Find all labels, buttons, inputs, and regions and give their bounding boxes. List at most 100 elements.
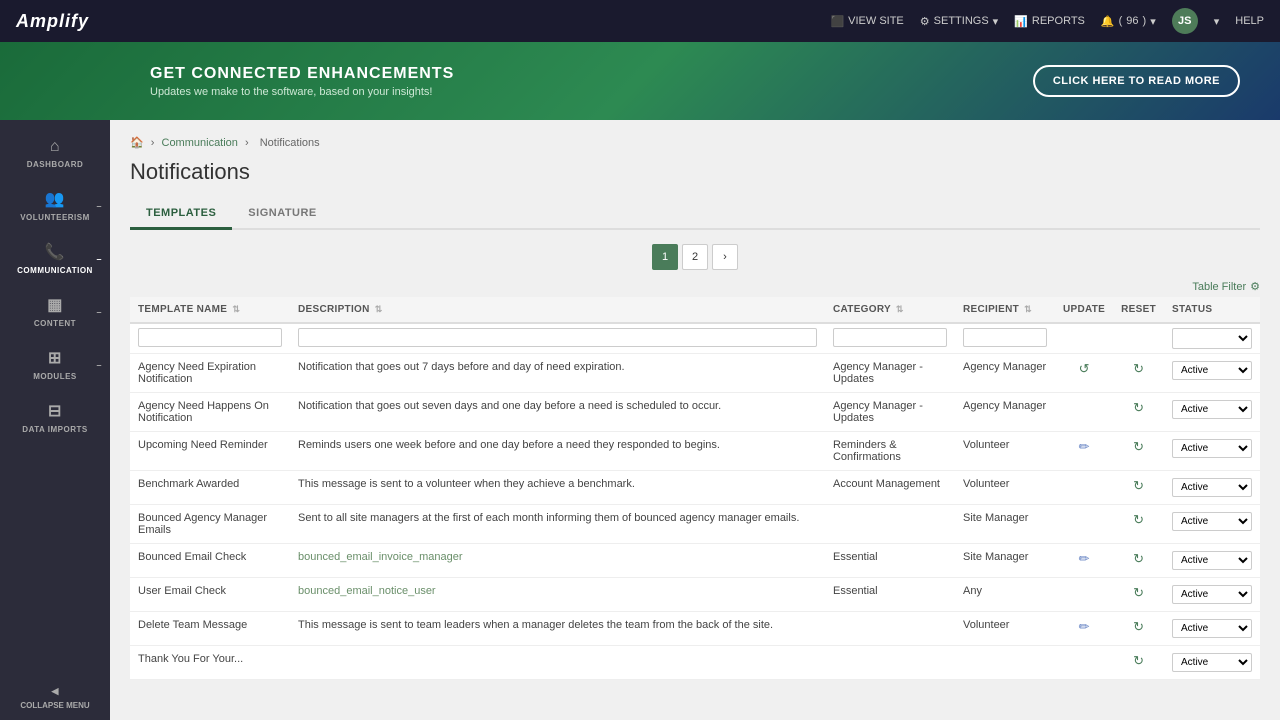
breadcrumb-sep2: › — [245, 137, 252, 149]
table-row: Delete Team Message This message is sent… — [130, 612, 1260, 646]
communication-icon: 📞 — [45, 242, 65, 262]
cell-template-name: User Email Check — [130, 578, 290, 612]
tab-bar: TEMPLATES SIGNATURE — [130, 199, 1260, 230]
page-2-button[interactable]: 2 — [682, 244, 708, 270]
cell-recipient: Agency Manager — [955, 354, 1055, 393]
status-select[interactable]: ActiveInactive — [1172, 361, 1252, 380]
table-row: Bounced Agency Manager Emails Sent to al… — [130, 505, 1260, 544]
refresh-icon[interactable]: ↻ — [1133, 653, 1144, 668]
tab-templates[interactable]: TEMPLATES — [130, 199, 232, 230]
bell-icon: 🔔 — [1101, 15, 1115, 28]
cell-template-name: Delete Team Message — [130, 612, 290, 646]
page-1-button[interactable]: 1 — [652, 244, 678, 270]
cell-recipient — [955, 646, 1055, 680]
avatar-chevron-icon[interactable]: ▾ — [1214, 15, 1220, 28]
filter-template-name[interactable] — [138, 328, 282, 347]
cell-template-name: Upcoming Need Reminder — [130, 432, 290, 471]
sidebar-item-volunteerism[interactable]: 👥 VOLUNTEERISM – — [0, 179, 110, 232]
sort-icon-recipient[interactable]: ⇅ — [1024, 304, 1032, 314]
reports-icon: 📊 — [1014, 15, 1028, 28]
cell-recipient: Volunteer — [955, 432, 1055, 471]
cell-category — [825, 646, 955, 680]
table-row: Upcoming Need Reminder Reminds users one… — [130, 432, 1260, 471]
cell-description: Reminds users one week before and one da… — [290, 432, 825, 471]
topbar: Amplify ⬛ VIEW SITE ⚙ SETTINGS ▾ 📊 REPOR… — [0, 0, 1280, 42]
refresh-icon[interactable]: ↻ — [1133, 551, 1144, 566]
pagination: 1 2 › — [130, 244, 1260, 270]
tab-signature[interactable]: SIGNATURE — [232, 199, 332, 230]
cell-reset: ↻ — [1113, 505, 1164, 544]
communication-chevron-icon: – — [96, 254, 102, 264]
cell-recipient: Site Manager — [955, 505, 1055, 544]
table-row: Bounced Email Check bounced_email_invoic… — [130, 544, 1260, 578]
notifications-table: TEMPLATE NAME ⇅ DESCRIPTION ⇅ CATEGORY ⇅… — [130, 297, 1260, 680]
volunteerism-chevron-icon: – — [96, 201, 102, 211]
refresh-icon[interactable]: ↻ — [1133, 619, 1144, 634]
status-select[interactable]: ActiveInactive — [1172, 619, 1252, 638]
status-select[interactable]: ActiveInactive — [1172, 551, 1252, 570]
settings-button[interactable]: ⚙ SETTINGS ▾ — [920, 15, 998, 28]
modules-chevron-icon: – — [96, 360, 102, 370]
cell-category: Account Management — [825, 471, 955, 505]
cell-update — [1055, 646, 1113, 680]
table-row: Agency Need Happens On Notification Noti… — [130, 393, 1260, 432]
filter-category[interactable] — [833, 328, 947, 347]
sidebar-item-modules[interactable]: ⊞ MODULES – — [0, 338, 110, 391]
cell-reset: ↻ — [1113, 578, 1164, 612]
th-recipient: RECIPIENT ⇅ — [955, 297, 1055, 323]
cell-category: Agency Manager - Updates — [825, 393, 955, 432]
refresh-icon[interactable]: ↻ — [1133, 585, 1144, 600]
next-page-button[interactable]: › — [712, 244, 738, 270]
cell-reset: ↻ — [1113, 393, 1164, 432]
cell-reset: ↻ — [1113, 646, 1164, 680]
filter-status[interactable]: Active Inactive — [1172, 328, 1252, 349]
reports-button[interactable]: 📊 REPORTS — [1014, 15, 1085, 28]
status-select[interactable]: ActiveInactive — [1172, 585, 1252, 604]
sidebar-item-communication[interactable]: 📞 COMMUNICATION – — [0, 232, 110, 285]
sidebar-item-dashboard[interactable]: ⌂ DASHBOARD — [0, 128, 110, 179]
cell-reset: ↻ — [1113, 354, 1164, 393]
cell-update — [1055, 505, 1113, 544]
sidebar-item-content[interactable]: ▦ CONTENT – — [0, 285, 110, 338]
breadcrumb-parent[interactable]: Communication — [162, 137, 238, 149]
status-select[interactable]: ActiveInactive — [1172, 653, 1252, 672]
cell-status: ActiveInactive — [1164, 544, 1260, 578]
refresh-icon[interactable]: ↻ — [1133, 361, 1144, 376]
sort-icon-desc[interactable]: ⇅ — [375, 304, 383, 314]
cell-category: Essential — [825, 578, 955, 612]
banner-cta-button[interactable]: CLICK HERE TO READ MORE — [1033, 65, 1240, 97]
collapse-menu-button[interactable]: ◀ COLLAPSE MENU — [0, 676, 110, 720]
reset-icon[interactable]: ↺ — [1079, 361, 1090, 376]
cell-status: ActiveInactive — [1164, 432, 1260, 471]
cell-recipient: Volunteer — [955, 612, 1055, 646]
edit-icon[interactable]: ✏ — [1079, 551, 1090, 566]
status-select[interactable]: ActiveInactive — [1172, 478, 1252, 497]
refresh-icon[interactable]: ↻ — [1133, 439, 1144, 454]
breadcrumb-home[interactable]: 🏠 — [130, 137, 144, 149]
view-site-button[interactable]: ⬛ VIEW SITE — [830, 15, 903, 28]
avatar[interactable]: JS — [1172, 8, 1198, 34]
cell-recipient: Any — [955, 578, 1055, 612]
sidebar-item-data-imports[interactable]: ⊟ DATA IMPORTS — [0, 391, 110, 444]
sort-icon-category[interactable]: ⇅ — [896, 304, 904, 314]
table-filter-button[interactable]: Table Filter ⚙ — [1192, 280, 1260, 293]
status-select[interactable]: ActiveInactive — [1172, 439, 1252, 458]
filter-description[interactable] — [298, 328, 817, 347]
help-button[interactable]: HELP — [1235, 15, 1264, 27]
filter-recipient[interactable] — [963, 328, 1047, 347]
status-select[interactable]: ActiveInactive — [1172, 400, 1252, 419]
volunteerism-icon: 👥 — [45, 189, 65, 209]
cell-template-name: Benchmark Awarded — [130, 471, 290, 505]
refresh-icon[interactable]: ↻ — [1133, 512, 1144, 527]
status-select[interactable]: ActiveInactive — [1172, 512, 1252, 531]
sort-icon-template[interactable]: ⇅ — [232, 304, 240, 314]
cell-status: ActiveInactive — [1164, 354, 1260, 393]
refresh-icon[interactable]: ↻ — [1133, 400, 1144, 415]
sidebar-label-volunteerism: VOLUNTEERISM — [20, 213, 90, 222]
cell-description: Notification that goes out 7 days before… — [290, 354, 825, 393]
edit-icon[interactable]: ✏ — [1079, 619, 1090, 634]
notifications-button[interactable]: 🔔 (96) ▾ — [1101, 15, 1156, 28]
refresh-icon[interactable]: ↻ — [1133, 478, 1144, 493]
edit-icon[interactable]: ✏ — [1079, 439, 1090, 454]
banner-title: GET CONNECTED ENHANCEMENTS — [150, 65, 454, 83]
